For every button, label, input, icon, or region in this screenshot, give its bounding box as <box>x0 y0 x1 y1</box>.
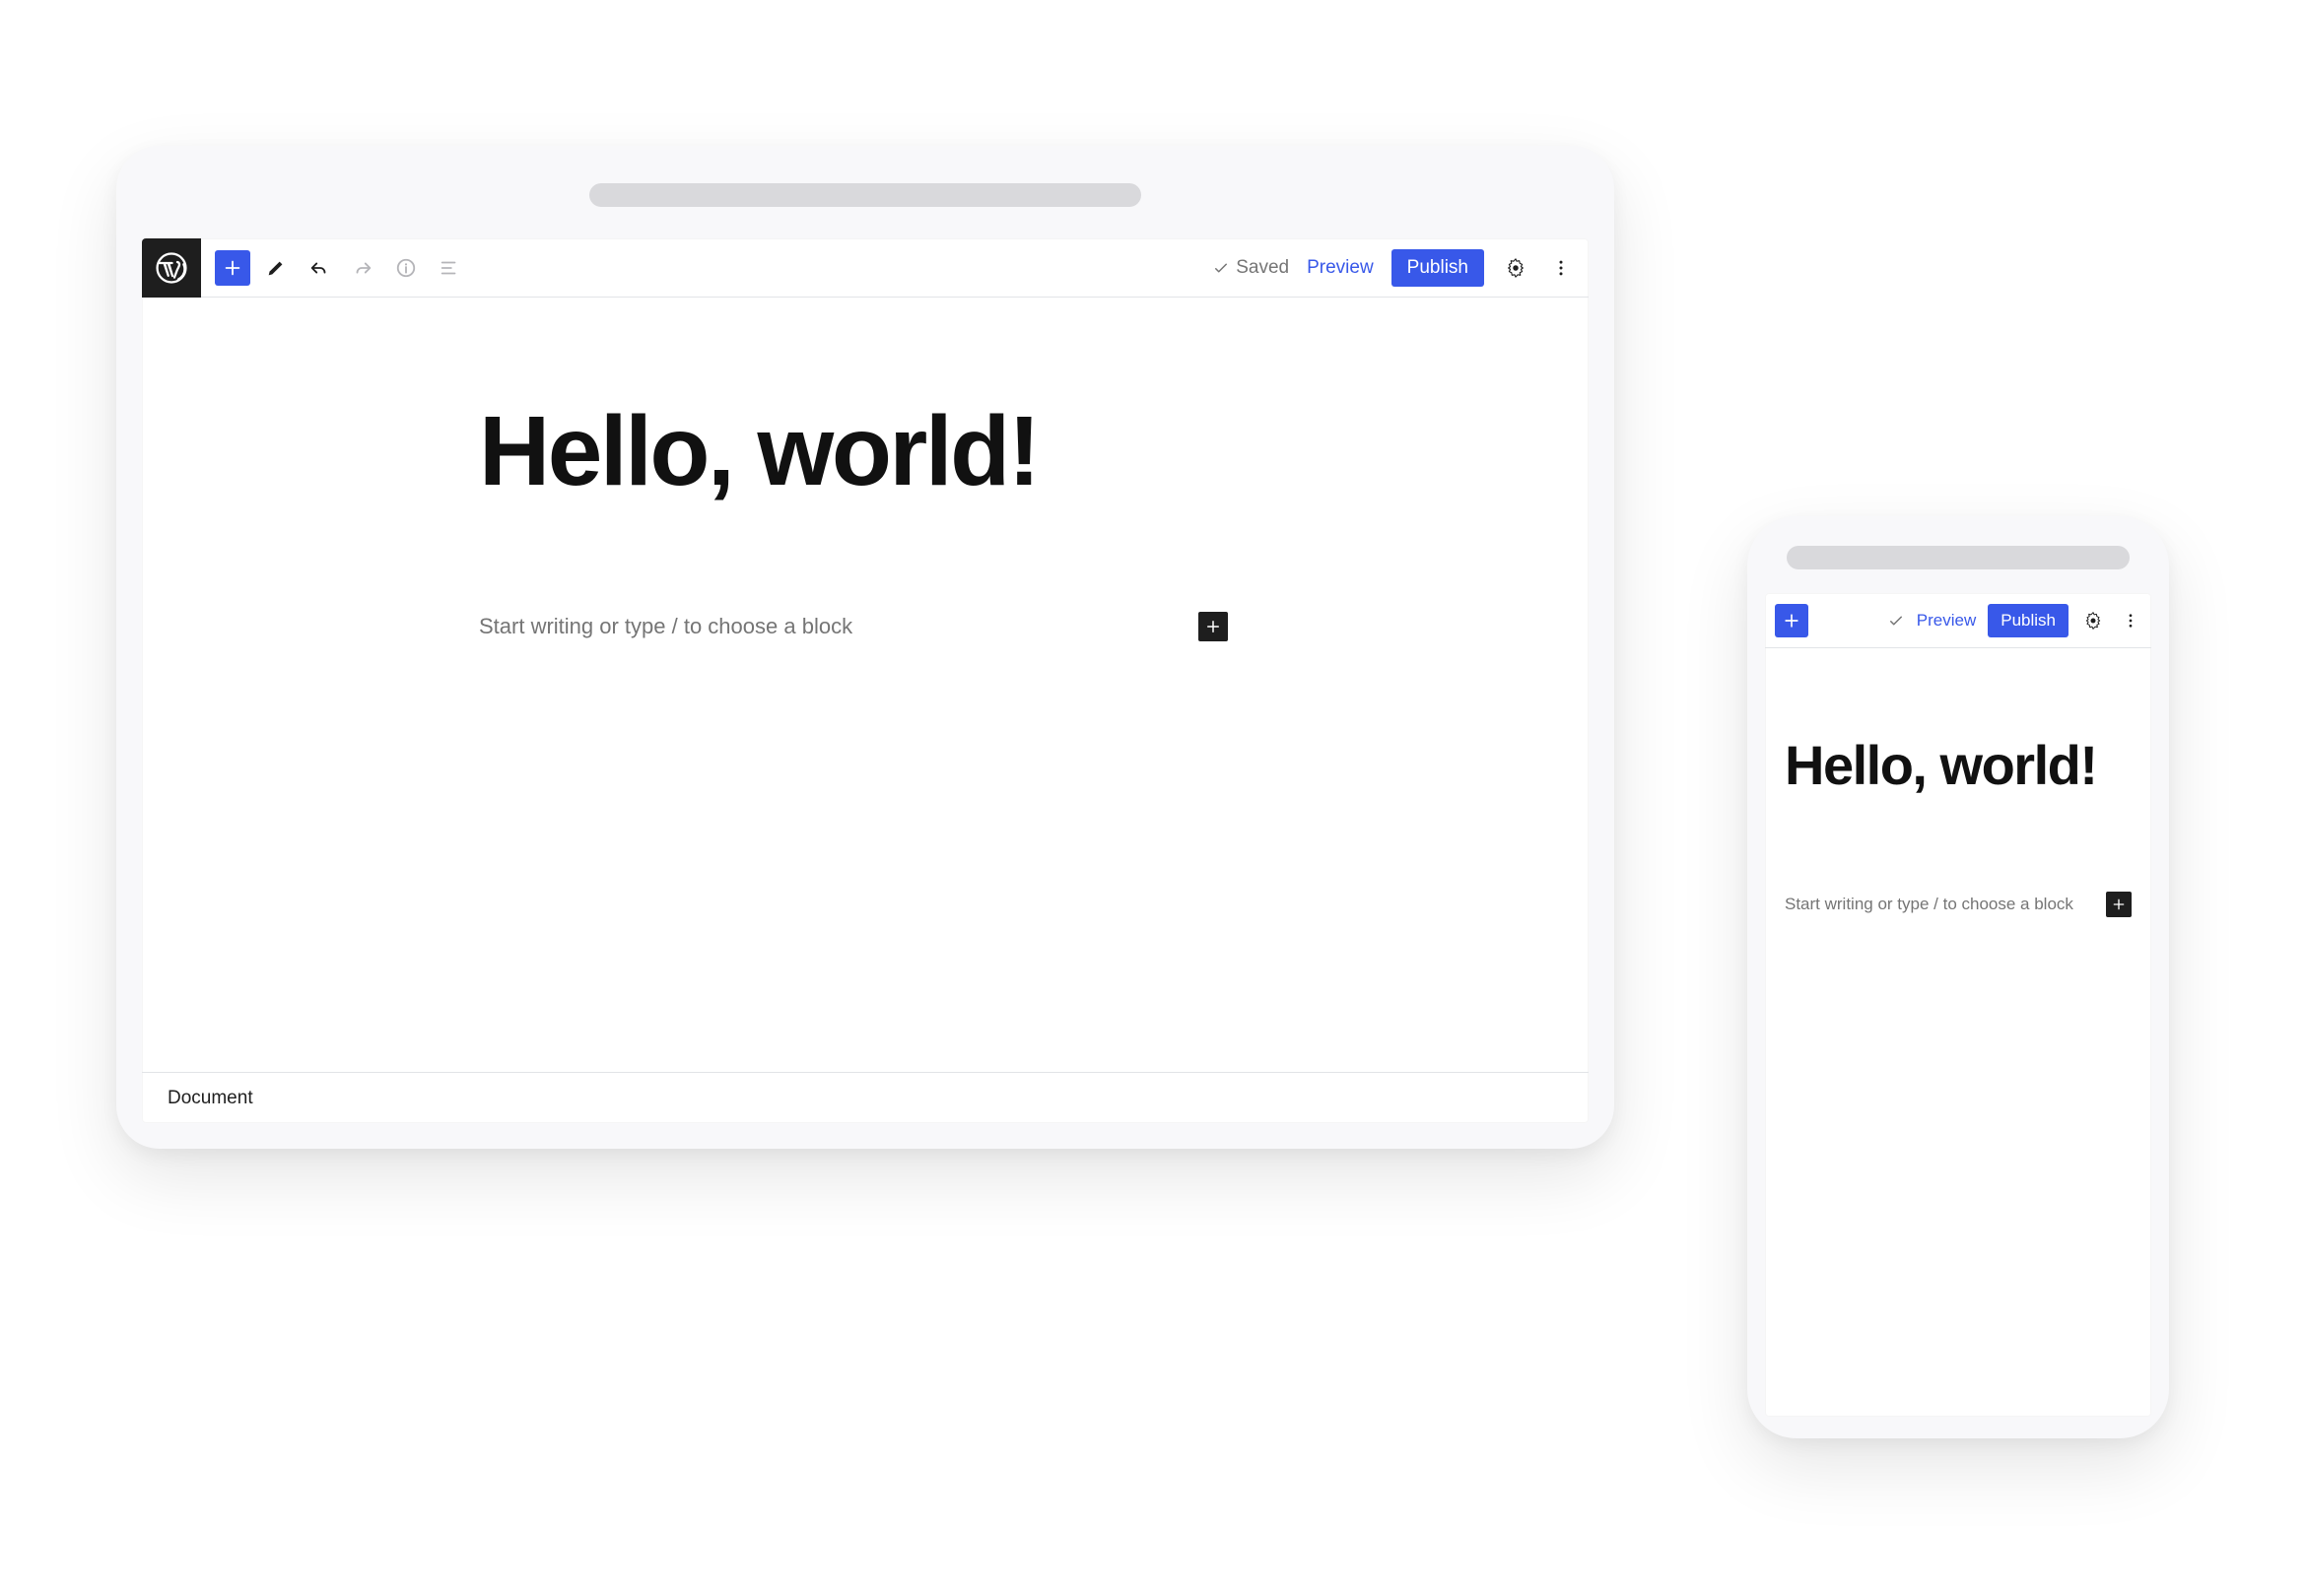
list-view-icon <box>439 257 460 279</box>
post-title-input[interactable]: Hello, world! <box>479 400 1228 503</box>
info-icon <box>395 257 417 279</box>
undo-button[interactable] <box>302 250 337 286</box>
settings-button[interactable] <box>1502 254 1529 282</box>
tablet-screen: Saved Preview Publish <box>142 238 1589 1123</box>
save-status-label: Saved <box>1236 257 1289 279</box>
default-block-appender[interactable]: Start writing or type / to choose a bloc… <box>479 612 1228 641</box>
block-placeholder-text: Start writing or type / to choose a bloc… <box>1785 895 2073 914</box>
plus-icon <box>222 257 243 279</box>
phone-device-frame: Preview Publish Hello, <box>1747 516 2169 1438</box>
breadcrumb[interactable]: Document <box>168 1088 253 1109</box>
publish-button[interactable]: Publish <box>1988 604 2069 637</box>
device-speaker <box>589 183 1141 207</box>
more-vertical-icon <box>1551 258 1571 278</box>
plus-icon <box>2111 897 2127 912</box>
more-menu-button[interactable] <box>1547 254 1575 282</box>
plus-icon <box>1204 618 1222 635</box>
check-icon <box>1887 612 1905 630</box>
device-speaker <box>1787 546 2130 569</box>
redo-button[interactable] <box>345 250 380 286</box>
outline-button[interactable] <box>432 250 467 286</box>
undo-icon <box>308 257 330 279</box>
more-menu-button[interactable] <box>2118 608 2143 633</box>
block-placeholder-text: Start writing or type / to choose a bloc… <box>479 614 852 639</box>
add-block-button[interactable] <box>215 250 250 286</box>
preview-button[interactable]: Preview <box>1917 611 1976 631</box>
redo-icon <box>352 257 373 279</box>
edit-mode-button[interactable] <box>258 250 294 286</box>
tablet-device-frame: Saved Preview Publish <box>116 146 1614 1149</box>
post-title-input[interactable]: Hello, world! <box>1785 733 2132 797</box>
more-vertical-icon <box>2122 612 2139 630</box>
editor-canvas[interactable]: Hello, world! Start writing or type / to… <box>142 298 1589 1072</box>
pencil-icon <box>265 257 287 279</box>
gear-icon <box>1505 257 1526 279</box>
settings-button[interactable] <box>2080 608 2106 633</box>
inline-add-block-button[interactable] <box>1198 612 1228 641</box>
gear-icon <box>2083 611 2103 631</box>
save-status: Saved <box>1212 257 1289 279</box>
editor-canvas[interactable]: Hello, world! Start writing or type / to… <box>1765 648 2151 917</box>
inline-add-block-button[interactable] <box>2106 892 2132 917</box>
save-status <box>1887 612 1905 630</box>
plus-icon <box>1782 611 1801 631</box>
preview-button[interactable]: Preview <box>1307 257 1374 279</box>
editor-toolbar: Saved Preview Publish <box>142 238 1589 298</box>
details-button[interactable] <box>388 250 424 286</box>
wordpress-icon <box>155 251 188 285</box>
editor-toolbar: Preview Publish <box>1765 593 2151 648</box>
wordpress-logo-button[interactable] <box>142 238 201 298</box>
publish-button[interactable]: Publish <box>1391 249 1484 287</box>
check-icon <box>1212 259 1230 277</box>
phone-screen: Preview Publish Hello, <box>1765 593 2151 1417</box>
editor-footer: Document <box>142 1072 1589 1123</box>
default-block-appender[interactable]: Start writing or type / to choose a bloc… <box>1785 892 2132 917</box>
add-block-button[interactable] <box>1775 604 1808 637</box>
